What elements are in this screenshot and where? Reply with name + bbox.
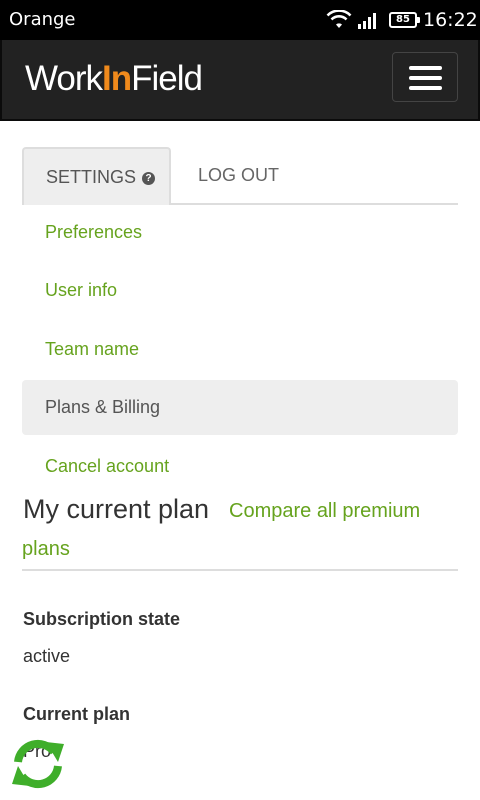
navbar: WorkInField [0, 40, 480, 121]
current-plan-label: Current plan [23, 704, 131, 724]
brand-part-2: Field [131, 59, 203, 98]
tab-settings[interactable]: SETTINGS? [22, 147, 171, 205]
tab-settings-label: SETTINGS [46, 167, 137, 187]
settings-tabs: SETTINGS? LOG OUT [22, 147, 458, 205]
menu-item-team-name[interactable]: Team name [22, 322, 458, 377]
refresh-icon[interactable] [10, 736, 66, 792]
wifi-icon [326, 10, 352, 28]
battery-level: 85 [396, 14, 410, 25]
menu-item-plans-billing[interactable]: Plans & Billing [22, 380, 458, 435]
brand-logo[interactable]: WorkInField [25, 59, 203, 99]
status-bar: Orange 85 16:22 [0, 0, 480, 40]
question-circle-icon[interactable]: ? [142, 172, 156, 185]
menu-item-preferences[interactable]: Preferences [22, 205, 458, 260]
tab-log-out[interactable]: LOG OUT [198, 147, 279, 205]
menu-toggle-button[interactable] [392, 52, 458, 102]
menu-item-cancel-account[interactable]: Cancel account [22, 439, 458, 494]
subscription-state-value: active [23, 646, 71, 666]
menu-item-user-info[interactable]: User info [22, 263, 458, 318]
plan-heading: My current plan Compare all premium plan… [22, 492, 458, 571]
battery-icon: 85 [389, 12, 420, 28]
compare-plans-link[interactable]: Compare all premium plans [22, 492, 458, 568]
brand-accent: In [102, 59, 132, 98]
carrier-name: Orange [9, 9, 76, 30]
clock: 16:22 [423, 9, 478, 31]
signal-icon [358, 13, 376, 29]
brand-part-1: Work [25, 59, 103, 98]
tab-log-out-label: LOG OUT [198, 165, 280, 185]
subscription-state-label: Subscription state [23, 609, 181, 629]
